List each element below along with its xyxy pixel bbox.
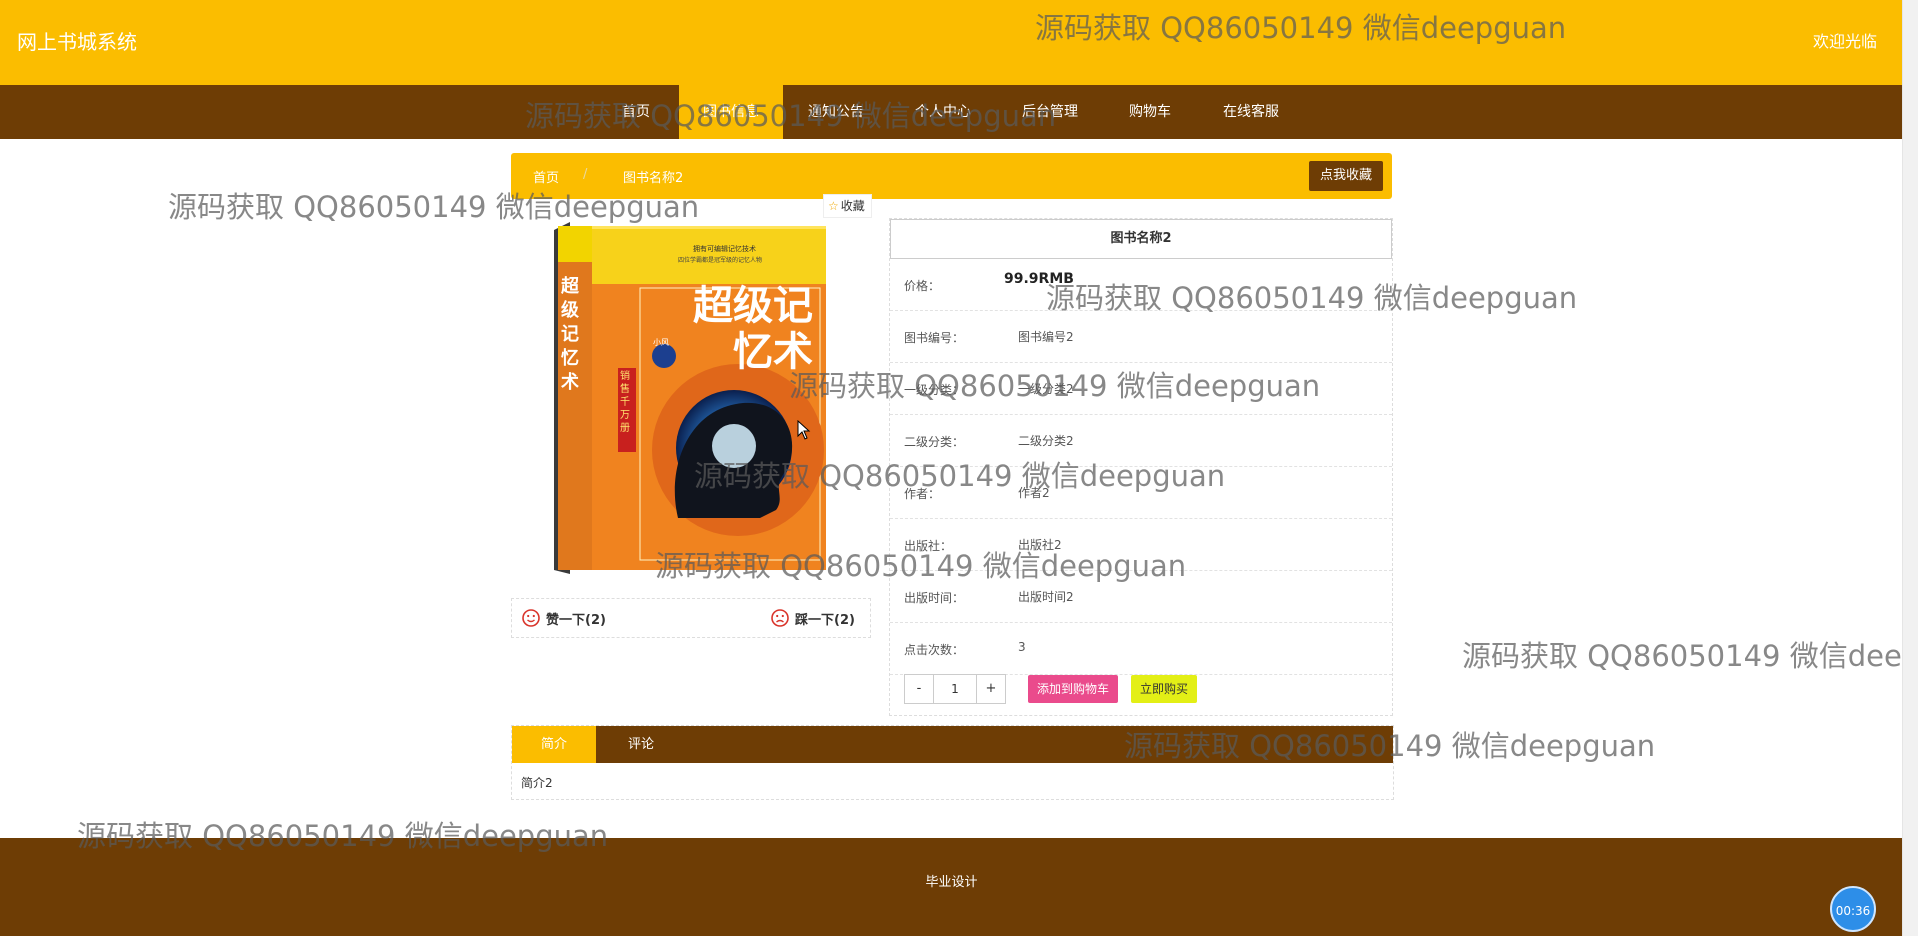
detail-row-author: 作者： 作者2 [890, 467, 1392, 519]
quantity-stepper: - 1 + [904, 674, 1006, 704]
top-header: 网上书城系统 欢迎光临 [0, 0, 1903, 85]
category-2-value: 二级分类2 [1018, 434, 1074, 448]
like-label: 赞一下(2) [546, 612, 606, 628]
dislike-label: 踩一下(2) [795, 612, 855, 628]
price-label: 价格： [904, 279, 941, 293]
site-title[interactable]: 网上书城系统 [17, 26, 137, 55]
category-1-value: 一级分类2 [1018, 382, 1074, 396]
cover-author: 小风 [653, 338, 669, 347]
cover-spine-title: 超级记忆术 [561, 276, 579, 393]
nav-item-notices[interactable]: 通知公告 [796, 85, 876, 139]
favorite-label: 收藏 [840, 199, 865, 213]
footer: 毕业设计 [0, 838, 1903, 936]
author-label: 作者： [904, 487, 941, 501]
detail-row-category-2: 二级分类： 二级分类2 [890, 415, 1392, 467]
publish-date-label: 出版时间： [904, 591, 965, 605]
smile-icon [522, 609, 540, 627]
add-to-cart-button[interactable]: 添加到购物车 [1028, 675, 1119, 703]
main-nav: 首页 图书信息 通知公告 个人中心 后台管理 购物车 在线客服 [0, 85, 1903, 139]
nav-item-customer-service[interactable]: 在线客服 [1218, 85, 1284, 139]
watermark-text: 源码获取 QQ86050149 微信deepguan [1462, 639, 1903, 673]
publisher-value: 出版社2 [1018, 538, 1062, 552]
welcome-text: 欢迎光临 [1812, 32, 1877, 51]
page-scrollbar[interactable] [1902, 0, 1918, 936]
mouse-cursor-icon [797, 420, 811, 440]
nav-item-admin[interactable]: 后台管理 [1010, 85, 1090, 139]
detail-row-publisher: 出版社： 出版社2 [890, 519, 1392, 571]
breadcrumb-home[interactable]: 首页 [533, 167, 559, 186]
buy-now-button[interactable]: 立即购买 [1131, 675, 1198, 703]
cover-publisher-line: 拥有可编辑记忆技术 [693, 245, 756, 253]
tab-content: 简介2 [521, 776, 553, 790]
cover-small-lines: 四位学霸都是冠军级的记忆人物 [678, 257, 763, 264]
timer-badge[interactable]: 00:36 [1830, 886, 1876, 932]
detail-row-click-count: 点击次数： 3 [890, 623, 1392, 675]
info-tabs: 简介 评论 简介2 [511, 725, 1394, 800]
detail-row-publish-date: 出版时间： 出版时间2 [890, 571, 1392, 623]
tab-comments[interactable]: 评论 [598, 726, 684, 763]
breadcrumb-current: 图书名称2 [623, 171, 684, 186]
cover-side-tag: 销售千万册 [620, 371, 630, 434]
price-value: 99.9RMB [1004, 271, 1074, 287]
breadcrumb-separator: / [583, 167, 588, 182]
book-title: 图书名称2 [890, 219, 1392, 259]
star-icon: ☆ [828, 199, 839, 213]
quantity-increase-button[interactable]: + [977, 675, 1005, 703]
footer-text: 毕业设计 [925, 875, 978, 890]
favorite-button[interactable]: ☆ 收藏 [823, 194, 872, 218]
vote-box: 赞一下(2) 踩一下(2) [511, 598, 871, 638]
book-number-label: 图书编号： [904, 331, 965, 345]
quantity-input[interactable]: 1 [933, 675, 977, 703]
detail-row-category-1: 一级分类： 一级分类2 [890, 363, 1392, 415]
publisher-label: 出版社： [904, 539, 953, 553]
click-count-value: 3 [1018, 640, 1026, 654]
book-detail-panel: 图书名称2 价格： 99.9RMB 图书编号： 图书编号2 一级分类： 一级分类… [889, 218, 1393, 716]
breadcrumb: 首页 / 图书名称2 点我收藏 [511, 153, 1392, 199]
frown-icon [771, 609, 789, 627]
tabs-header: 简介 评论 [512, 726, 1393, 763]
detail-row-price: 价格： 99.9RMB [890, 259, 1392, 311]
detail-row-book-number: 图书编号： 图书编号2 [890, 311, 1392, 363]
category-1-label: 一级分类： [904, 383, 965, 397]
like-button[interactable]: 赞一下(2) [522, 608, 606, 628]
nav-item-home[interactable]: 首页 [608, 85, 664, 139]
collect-button[interactable]: 点我收藏 [1308, 161, 1383, 191]
dislike-button[interactable]: 踩一下(2) [771, 608, 855, 628]
nav-item-books[interactable]: 图书信息 [679, 85, 783, 139]
nav-item-user-center[interactable]: 个人中心 [903, 85, 983, 139]
book-number-value: 图书编号2 [1018, 330, 1074, 344]
tab-intro[interactable]: 简介 [512, 726, 596, 763]
category-2-label: 二级分类： [904, 435, 965, 449]
publish-date-value: 出版时间2 [1018, 590, 1074, 604]
click-count-label: 点击次数： [904, 643, 965, 657]
quantity-decrease-button[interactable]: - [905, 675, 933, 703]
cover-title: 超级记忆术 [693, 283, 813, 375]
book-cover-image [554, 222, 826, 574]
author-value: 作者2 [1018, 486, 1050, 500]
nav-item-cart[interactable]: 购物车 [1120, 85, 1180, 139]
